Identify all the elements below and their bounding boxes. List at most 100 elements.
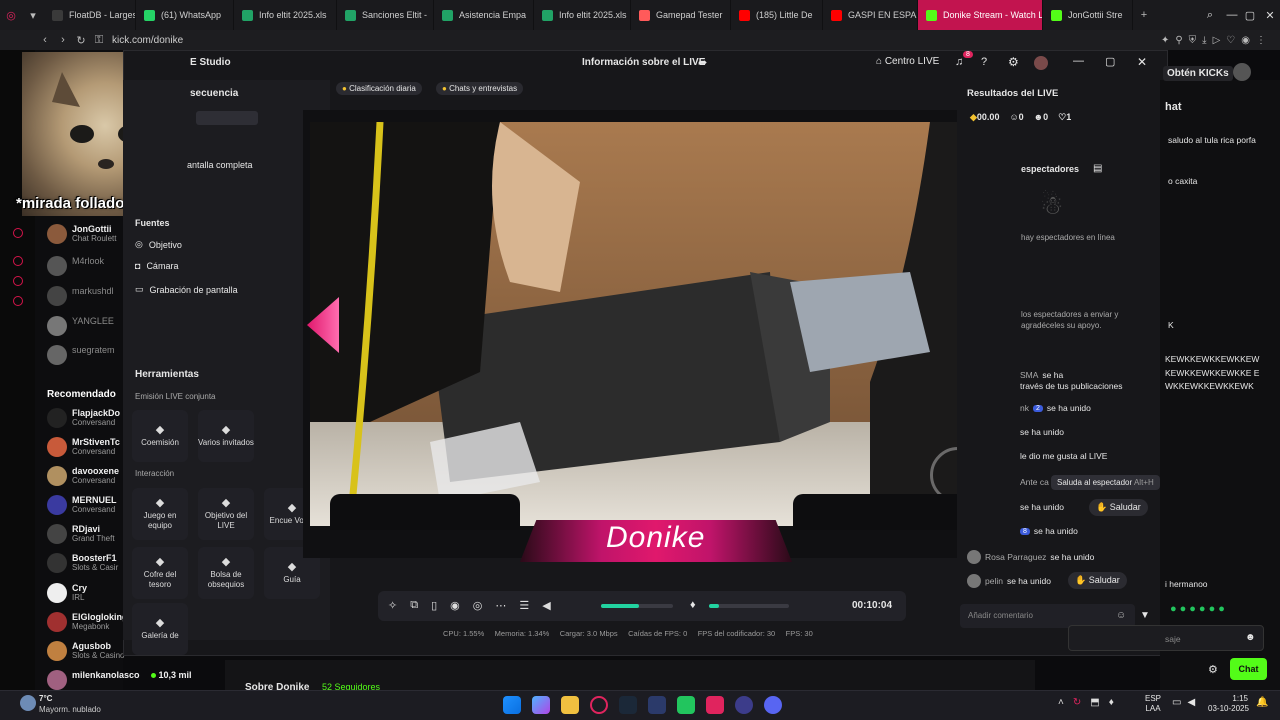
greet-button[interactable]: ✋ Saludar <box>1089 499 1148 516</box>
landscape-toggle[interactable] <box>196 111 258 125</box>
new-tab-icon[interactable]: + <box>1133 0 1155 30</box>
discord-icon[interactable] <box>764 696 782 714</box>
forward-icon[interactable]: › <box>54 34 72 46</box>
channel-item[interactable]: YANGLEE <box>47 316 114 336</box>
following-icon[interactable] <box>13 276 23 286</box>
folder-icon[interactable] <box>561 696 579 714</box>
tab-kick[interactable]: Donike Stream - Watch L <box>918 0 1043 30</box>
source-objetivo[interactable]: ◎ Objetivo <box>135 239 182 250</box>
tab-gamepad[interactable]: Gamepad Tester <box>631 0 731 30</box>
user-avatar[interactable] <box>1233 63 1251 81</box>
minimize-icon[interactable]: — <box>1222 0 1242 30</box>
gear-icon[interactable]: ⚙ <box>1008 55 1019 69</box>
sliders-icon[interactable]: ☰ <box>519 599 529 612</box>
tab-sheets[interactable]: Sanciones Eltit - <box>337 0 434 30</box>
channel-item[interactable]: JonGottii Chat Roulett <box>47 224 116 244</box>
channel-item[interactable]: suegratem <box>47 345 115 365</box>
settings-icon[interactable] <box>13 296 23 306</box>
studio-minimize-icon[interactable]: — <box>1073 55 1084 67</box>
tool-gift-bag[interactable]: ◆ Bolsa de obsequios <box>198 547 254 599</box>
source-camara[interactable]: ◘ Cámara <box>135 261 178 271</box>
channel-item[interactable]: ElGlogloking Megabonk <box>47 612 128 632</box>
emoji-icon[interactable]: ☺ <box>1116 610 1126 621</box>
tab-youtube[interactable]: GASPI EN ESPAÑ <box>823 0 918 30</box>
tab-chats[interactable]: ● Chats y entrevistas <box>436 82 524 95</box>
tool-users[interactable]: ◆ Varios invitados <box>198 410 254 462</box>
chat-input[interactable]: saje ☻ <box>1068 625 1264 651</box>
tab-sheets[interactable]: Info eltit 2025.xls <box>234 0 337 30</box>
chat-send-button[interactable]: Chat <box>1230 658 1267 680</box>
weather-text[interactable]: Mayorm. nublado <box>39 705 101 714</box>
tab-list-icon[interactable]: ▾ <box>22 0 44 30</box>
tab-youtube[interactable]: (185) Little De <box>731 0 823 30</box>
volume-slider[interactable] <box>601 604 673 608</box>
live-info-title[interactable]: Información sobre el LIVE <box>582 57 705 68</box>
channel-item[interactable]: BoosterF1 Slots & Casir <box>47 553 118 573</box>
clock[interactable]: 1:15 03-10-2025 <box>1208 694 1249 714</box>
channel-item[interactable]: M4rlook <box>47 256 104 276</box>
fullscreen-label[interactable]: antalla completa <box>187 160 253 170</box>
extensions-icon[interactable]: ⚲ <box>1175 35 1182 46</box>
menu-icon[interactable]: ⋮ <box>1256 35 1266 46</box>
maximize-icon[interactable]: ▢ <box>1240 0 1260 30</box>
back-icon[interactable]: ‹ <box>36 34 54 46</box>
tab-sheets[interactable]: Asistencia Empa <box>434 0 534 30</box>
tool-gallery[interactable]: ◆ Galería de <box>132 603 188 655</box>
tray-mic-icon[interactable]: ♦ <box>1109 697 1114 708</box>
tab-kick[interactable]: JonGottii Stre <box>1043 0 1133 30</box>
record-icon[interactable]: ◉ <box>450 599 460 612</box>
weather-icon[interactable] <box>20 695 36 711</box>
tool-team[interactable]: ◆ Juego en equipo <box>132 488 188 540</box>
channel-item[interactable]: markushdl <box>47 286 114 306</box>
browse-icon[interactable] <box>13 256 23 266</box>
close-icon[interactable]: ✕ <box>1260 0 1280 30</box>
start-icon[interactable] <box>503 696 521 714</box>
list-icon[interactable]: ▤ <box>1093 163 1102 174</box>
avatar[interactable] <box>1034 56 1048 70</box>
channel-item[interactable]: milenkanolasco 10,3 mil <box>47 670 192 690</box>
opera-taskbar-icon[interactable] <box>590 696 608 714</box>
profile-icon[interactable]: ◉ <box>1241 35 1250 46</box>
phone-icon[interactable]: ▯ <box>431 599 437 612</box>
channel-item[interactable]: davooxene Conversand <box>47 466 119 486</box>
help-icon[interactable]: ? <box>981 56 987 68</box>
channel-item[interactable]: MrStivenTc Conversand <box>47 437 120 457</box>
opera-icon[interactable]: ◎ <box>0 0 22 30</box>
channel-item[interactable]: MERNUEL Conversand <box>47 495 117 515</box>
language-indicator[interactable]: ESP LAA <box>1145 694 1161 714</box>
reload-icon[interactable]: ↻ <box>72 34 90 47</box>
tool-chest[interactable]: ◆ Cofre del tesoro <box>132 547 188 599</box>
tab-floatdb[interactable]: FloatDB - Largest <box>44 0 136 30</box>
search-icon[interactable]: ⌕ <box>1200 0 1220 30</box>
emoji-icon[interactable]: ☻ <box>1245 632 1256 643</box>
greet-button[interactable]: ✋ Saludar <box>1068 572 1127 589</box>
tab-ranking[interactable]: ● Clasificación diaria <box>336 82 422 95</box>
share-icon[interactable]: ➦ <box>698 56 707 69</box>
emote-bar[interactable]: ●●●●●● <box>1170 603 1228 615</box>
channel-item[interactable]: Cry IRL <box>47 583 87 603</box>
magic-icon[interactable]: ✧ <box>388 599 397 612</box>
get-kicks-button[interactable]: Obtén KICKs <box>1163 66 1233 81</box>
heart-icon[interactable]: ♡ <box>1226 35 1235 46</box>
app2-icon[interactable] <box>735 696 753 714</box>
app-icon[interactable] <box>648 696 666 714</box>
shield-icon[interactable]: ⛨ <box>1189 35 1197 46</box>
studio-close-icon[interactable]: ✕ <box>1137 55 1147 69</box>
speaker-icon[interactable]: ◀ <box>542 599 550 612</box>
layout-icon[interactable]: ⧉ <box>410 599 418 612</box>
source-screen[interactable]: ▭ Grabación de pantalla <box>135 284 238 295</box>
mic-slider[interactable] <box>709 604 789 608</box>
camera-preview[interactable] <box>310 122 1008 526</box>
studio-maximize-icon[interactable]: ▢ <box>1105 55 1115 68</box>
bookmark-icon[interactable]: ✦ <box>1161 35 1169 46</box>
tab-whatsapp[interactable]: (61) WhatsApp <box>136 0 234 30</box>
tray-chevron-icon[interactable]: ˄ <box>1058 697 1064 708</box>
download-icon[interactable]: ⤓ <box>1202 35 1206 46</box>
tool-target[interactable]: ◆ Objetivo del LIVE <box>198 488 254 540</box>
channel-item[interactable]: FlapjackDo Conversand <box>47 408 120 428</box>
copilot-icon[interactable] <box>532 696 550 714</box>
steam-icon[interactable] <box>619 696 637 714</box>
replay-icon[interactable]: ◎ <box>473 599 483 612</box>
volume-icon[interactable]: ◀ <box>1187 697 1195 708</box>
url-text[interactable]: kick.com/donike <box>112 35 183 46</box>
